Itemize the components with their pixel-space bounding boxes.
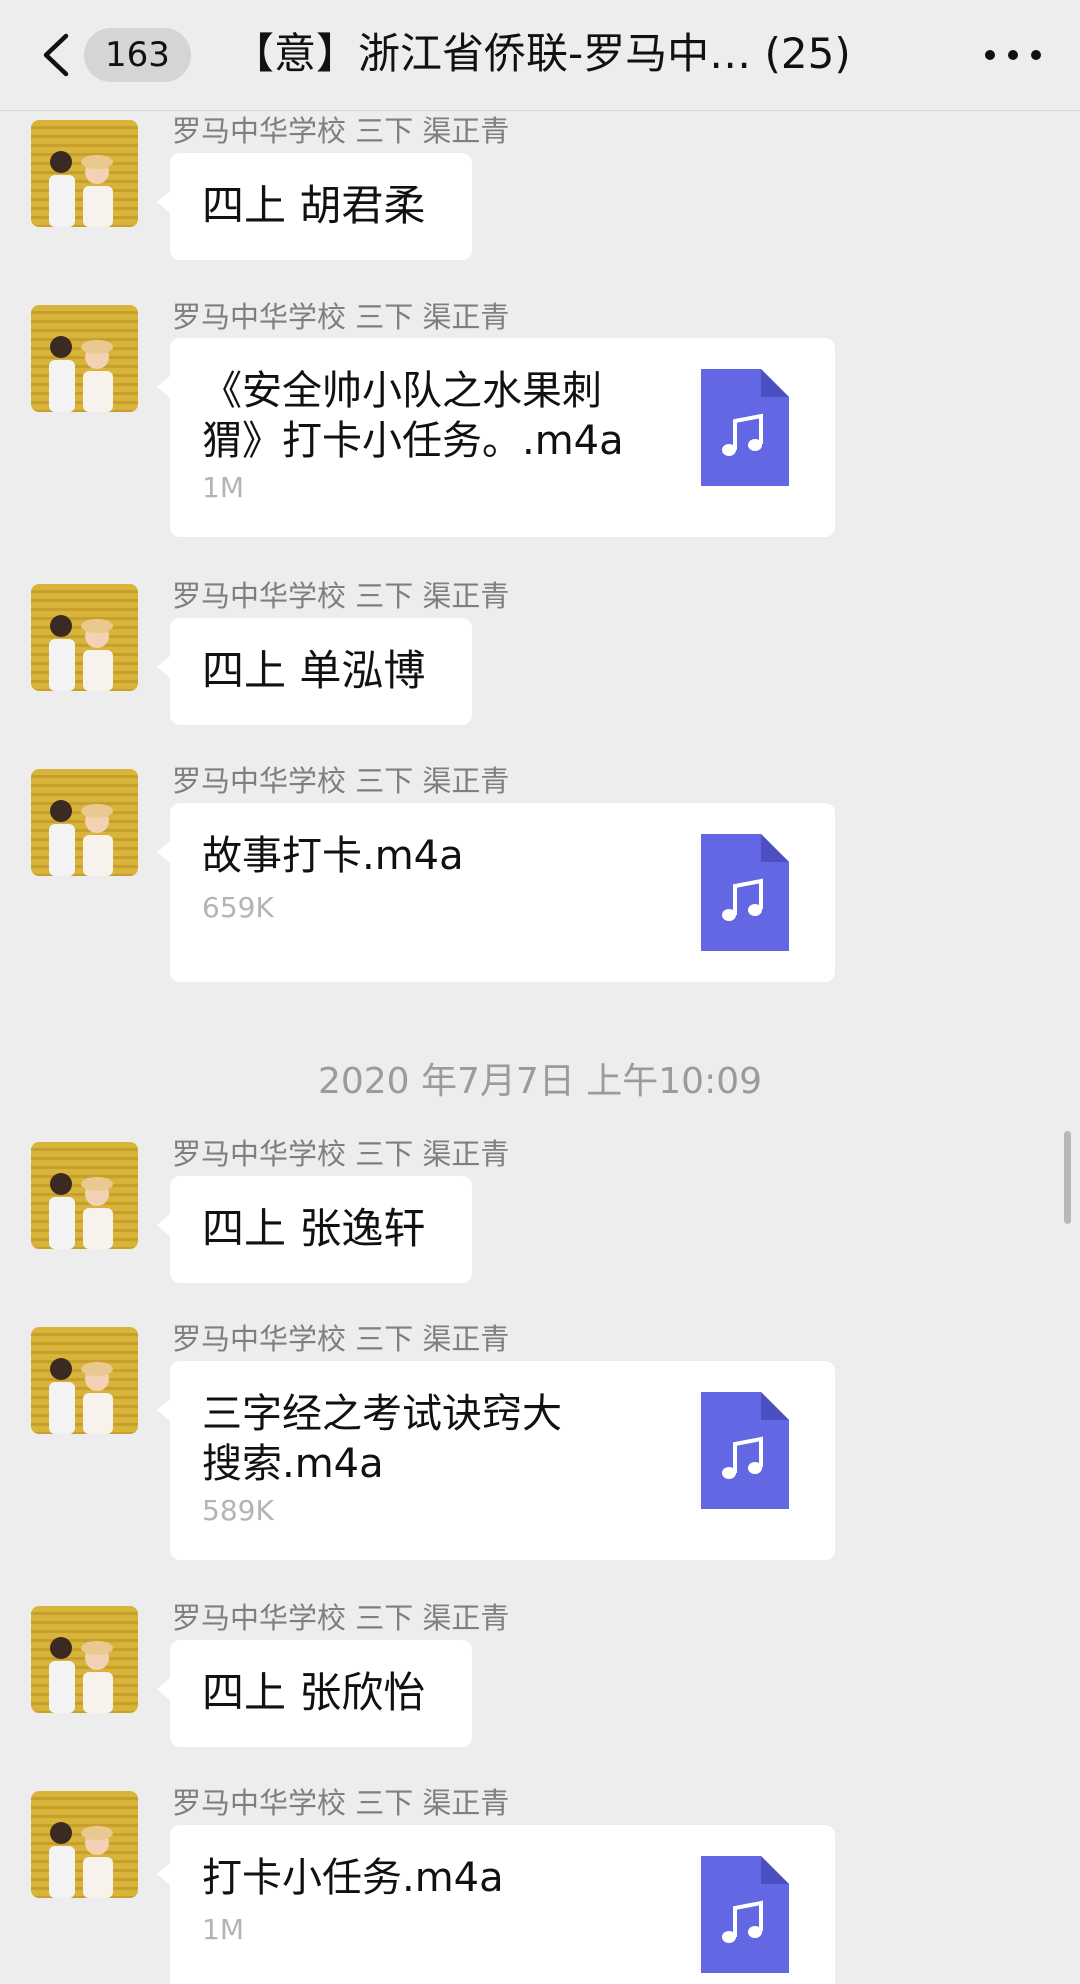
sender-name: 罗马中华学校 三下 渠正青 bbox=[172, 114, 510, 148]
sender-name: 罗马中华学校 三下 渠正青 bbox=[172, 1322, 510, 1356]
file-size: 1M bbox=[202, 1913, 244, 1946]
file-message-bubble[interactable]: 打卡小任务.m4a 1M bbox=[157, 1825, 835, 1984]
scrollbar-thumb[interactable] bbox=[1064, 1131, 1071, 1224]
music-file-icon bbox=[701, 834, 789, 951]
file-name: 打卡小任务.m4a bbox=[202, 1853, 662, 1903]
time-divider: 2020 年7月7日 上午10:09 bbox=[317, 1061, 763, 1102]
music-file-icon bbox=[701, 1392, 789, 1509]
avatar[interactable] bbox=[31, 120, 138, 227]
avatar-photo-icon bbox=[49, 336, 113, 412]
avatar[interactable] bbox=[31, 1606, 138, 1713]
avatar[interactable] bbox=[31, 584, 138, 691]
file-name: 《安全帅小队之水果刺 猬》打卡小任务。.m4a bbox=[202, 366, 662, 466]
sender-name: 罗马中华学校 三下 渠正青 bbox=[172, 300, 510, 334]
sender-name: 罗马中华学校 三下 渠正青 bbox=[172, 1601, 510, 1635]
sender-name: 罗马中华学校 三下 渠正青 bbox=[172, 1786, 510, 1820]
sender-name: 罗马中华学校 三下 渠正青 bbox=[172, 1137, 510, 1171]
avatar[interactable] bbox=[31, 1142, 138, 1249]
music-file-icon bbox=[701, 1856, 789, 1973]
file-message-bubble[interactable]: 故事打卡.m4a 659K bbox=[157, 803, 835, 982]
avatar-photo-icon bbox=[49, 1637, 113, 1713]
chevron-left-icon[interactable] bbox=[38, 32, 74, 78]
sender-name: 罗马中华学校 三下 渠正青 bbox=[172, 579, 510, 613]
file-size: 659K bbox=[202, 891, 274, 924]
file-message-bubble[interactable]: 《安全帅小队之水果刺 猬》打卡小任务。.m4a 1M bbox=[157, 338, 835, 537]
sender-name: 罗马中华学校 三下 渠正青 bbox=[172, 764, 510, 798]
file-message-bubble[interactable]: 三字经之考试诀窍大 搜索.m4a 589K bbox=[157, 1361, 835, 1560]
file-name: 三字经之考试诀窍大 搜索.m4a bbox=[202, 1389, 662, 1489]
avatar-photo-icon bbox=[49, 1822, 113, 1898]
avatar-photo-icon bbox=[49, 1173, 113, 1249]
chat-title[interactable]: 【意】浙江省侨联-罗马中… (25) bbox=[232, 24, 907, 84]
text-message-bubble[interactable]: 四上 胡君柔 bbox=[157, 153, 472, 260]
avatar[interactable] bbox=[31, 305, 138, 412]
chat-header: 163 【意】浙江省侨联-罗马中… (25) bbox=[0, 0, 1080, 111]
avatar-photo-icon bbox=[49, 151, 113, 227]
file-size: 589K bbox=[202, 1494, 274, 1527]
avatar-photo-icon bbox=[49, 615, 113, 691]
text-message-bubble[interactable]: 四上 张逸轩 bbox=[157, 1176, 472, 1283]
more-dots-icon[interactable] bbox=[980, 40, 1046, 70]
unread-count-badge[interactable]: 163 bbox=[84, 28, 191, 82]
file-name-line: 打卡小任务.m4a bbox=[202, 1855, 504, 1901]
file-name-line: 《安全帅小队之水果刺 bbox=[202, 368, 602, 414]
message-text: 四上 单泓博 bbox=[202, 646, 426, 695]
avatar[interactable] bbox=[31, 1327, 138, 1434]
avatar-photo-icon bbox=[49, 800, 113, 876]
text-message-bubble[interactable]: 四上 单泓博 bbox=[157, 618, 472, 725]
file-size: 1M bbox=[202, 471, 244, 504]
file-name-line: 搜索.m4a bbox=[202, 1441, 384, 1487]
avatar[interactable] bbox=[31, 1791, 138, 1898]
text-message-bubble[interactable]: 四上 张欣怡 bbox=[157, 1640, 472, 1747]
file-name-line: 故事打卡.m4a bbox=[202, 833, 464, 879]
message-text: 四上 张欣怡 bbox=[202, 1668, 426, 1717]
avatar[interactable] bbox=[31, 769, 138, 876]
file-name-line: 猬》打卡小任务。.m4a bbox=[202, 418, 624, 464]
message-text: 四上 张逸轩 bbox=[202, 1204, 426, 1253]
message-text: 四上 胡君柔 bbox=[202, 181, 426, 230]
file-name-line: 三字经之考试诀窍大 bbox=[202, 1391, 562, 1437]
music-file-icon bbox=[701, 369, 789, 486]
avatar-photo-icon bbox=[49, 1358, 113, 1434]
file-name: 故事打卡.m4a bbox=[202, 831, 662, 881]
